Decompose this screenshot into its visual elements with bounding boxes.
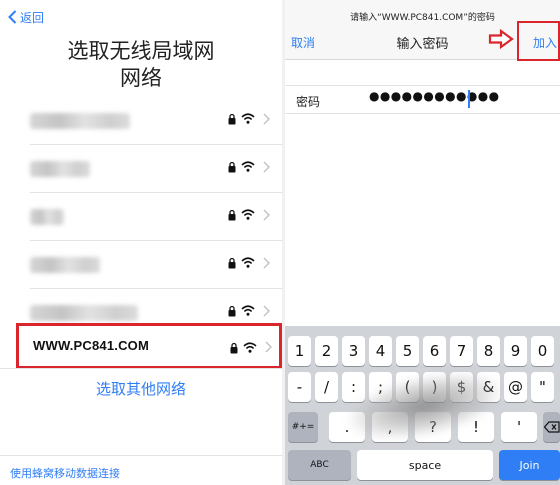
enter-password-panel: 请输入“WWW.PC841.COM”的密码 取消 输入密码 加入 密码 ●●●●… (285, 0, 560, 485)
use-cellular-data-link[interactable]: 使用蜂窝移动数据连接 (10, 465, 120, 481)
on-screen-keyboard: 1 2 3 4 5 6 7 8 9 0 - / : ; ( ) $ & @ " … (285, 326, 560, 485)
selected-network-name: WWW.PC841.COM (33, 338, 149, 353)
key-backspace[interactable] (543, 412, 560, 442)
key-hyphen[interactable]: - (288, 372, 311, 402)
key-4[interactable]: 4 (369, 336, 392, 366)
blurred-network-name (30, 113, 130, 129)
wifi-icon (241, 257, 255, 268)
key-abc[interactable]: ABC (288, 450, 351, 480)
join-button[interactable]: 加入 (533, 34, 557, 51)
blurred-network-name (30, 257, 100, 273)
wifi-icon (241, 209, 255, 220)
key-1[interactable]: 1 (288, 336, 311, 366)
lock-icon (228, 257, 236, 269)
key-at[interactable]: @ (504, 372, 527, 402)
blurred-network-name (30, 209, 64, 225)
back-label: 返回 (20, 10, 45, 25)
wifi-network-list-panel: 返回 选取无线局域网 网络 WWW.PC841.COM 选取其他网络 使用蜂窝移… (0, 0, 282, 485)
divider (0, 455, 282, 456)
lock-icon (228, 209, 236, 221)
wifi-icon (241, 305, 255, 316)
divider (285, 113, 560, 114)
wifi-icon (241, 161, 255, 172)
divider (0, 368, 282, 369)
key-5[interactable]: 5 (396, 336, 419, 366)
key-symbols[interactable]: #+= (288, 412, 318, 442)
chevron-left-icon (8, 10, 17, 24)
network-row-selected[interactable]: WWW.PC841.COM (16, 323, 282, 369)
key-space[interactable]: space (357, 450, 493, 480)
key-2[interactable]: 2 (315, 336, 338, 366)
network-row[interactable] (0, 193, 282, 241)
key-7[interactable]: 7 (450, 336, 473, 366)
key-0[interactable]: 0 (531, 336, 554, 366)
chevron-right-icon (263, 161, 270, 173)
chevron-right-icon (263, 257, 270, 269)
lock-icon (230, 342, 238, 354)
nav-bar: 请输入“WWW.PC841.COM”的密码 取消 输入密码 加入 (285, 0, 560, 61)
lock-icon (228, 305, 236, 317)
back-button[interactable]: 返回 (8, 8, 44, 26)
key-quote[interactable]: " (531, 372, 554, 402)
blurred-network-name (30, 305, 138, 321)
password-label: 密码 (296, 95, 321, 109)
key-slash[interactable]: / (315, 372, 338, 402)
blurred-network-name (30, 161, 90, 177)
key-join[interactable]: Join (499, 450, 560, 480)
lock-icon (228, 161, 236, 173)
chevron-right-icon (265, 341, 272, 353)
page-title-line2: 网络 (120, 66, 162, 90)
wifi-icon (241, 113, 255, 124)
choose-other-network-button[interactable]: 选取其他网络 (0, 378, 282, 399)
chevron-right-icon (263, 305, 270, 317)
wifi-icon (243, 342, 257, 353)
arrow-right-icon (488, 29, 514, 49)
page-title: 选取无线局域网 (67, 39, 215, 63)
chevron-right-icon (263, 113, 270, 125)
network-row[interactable] (0, 241, 282, 289)
backspace-icon (543, 421, 560, 433)
key-6[interactable]: 6 (423, 336, 446, 366)
network-row[interactable] (0, 97, 282, 145)
divider (285, 85, 560, 86)
key-9[interactable]: 9 (504, 336, 527, 366)
password-field[interactable]: ●●●●●●●●●●●● (369, 89, 499, 103)
chevron-right-icon (263, 209, 270, 221)
text-cursor (468, 90, 470, 108)
lock-icon (228, 113, 236, 125)
key-3[interactable]: 3 (342, 336, 365, 366)
network-row[interactable] (0, 145, 282, 193)
